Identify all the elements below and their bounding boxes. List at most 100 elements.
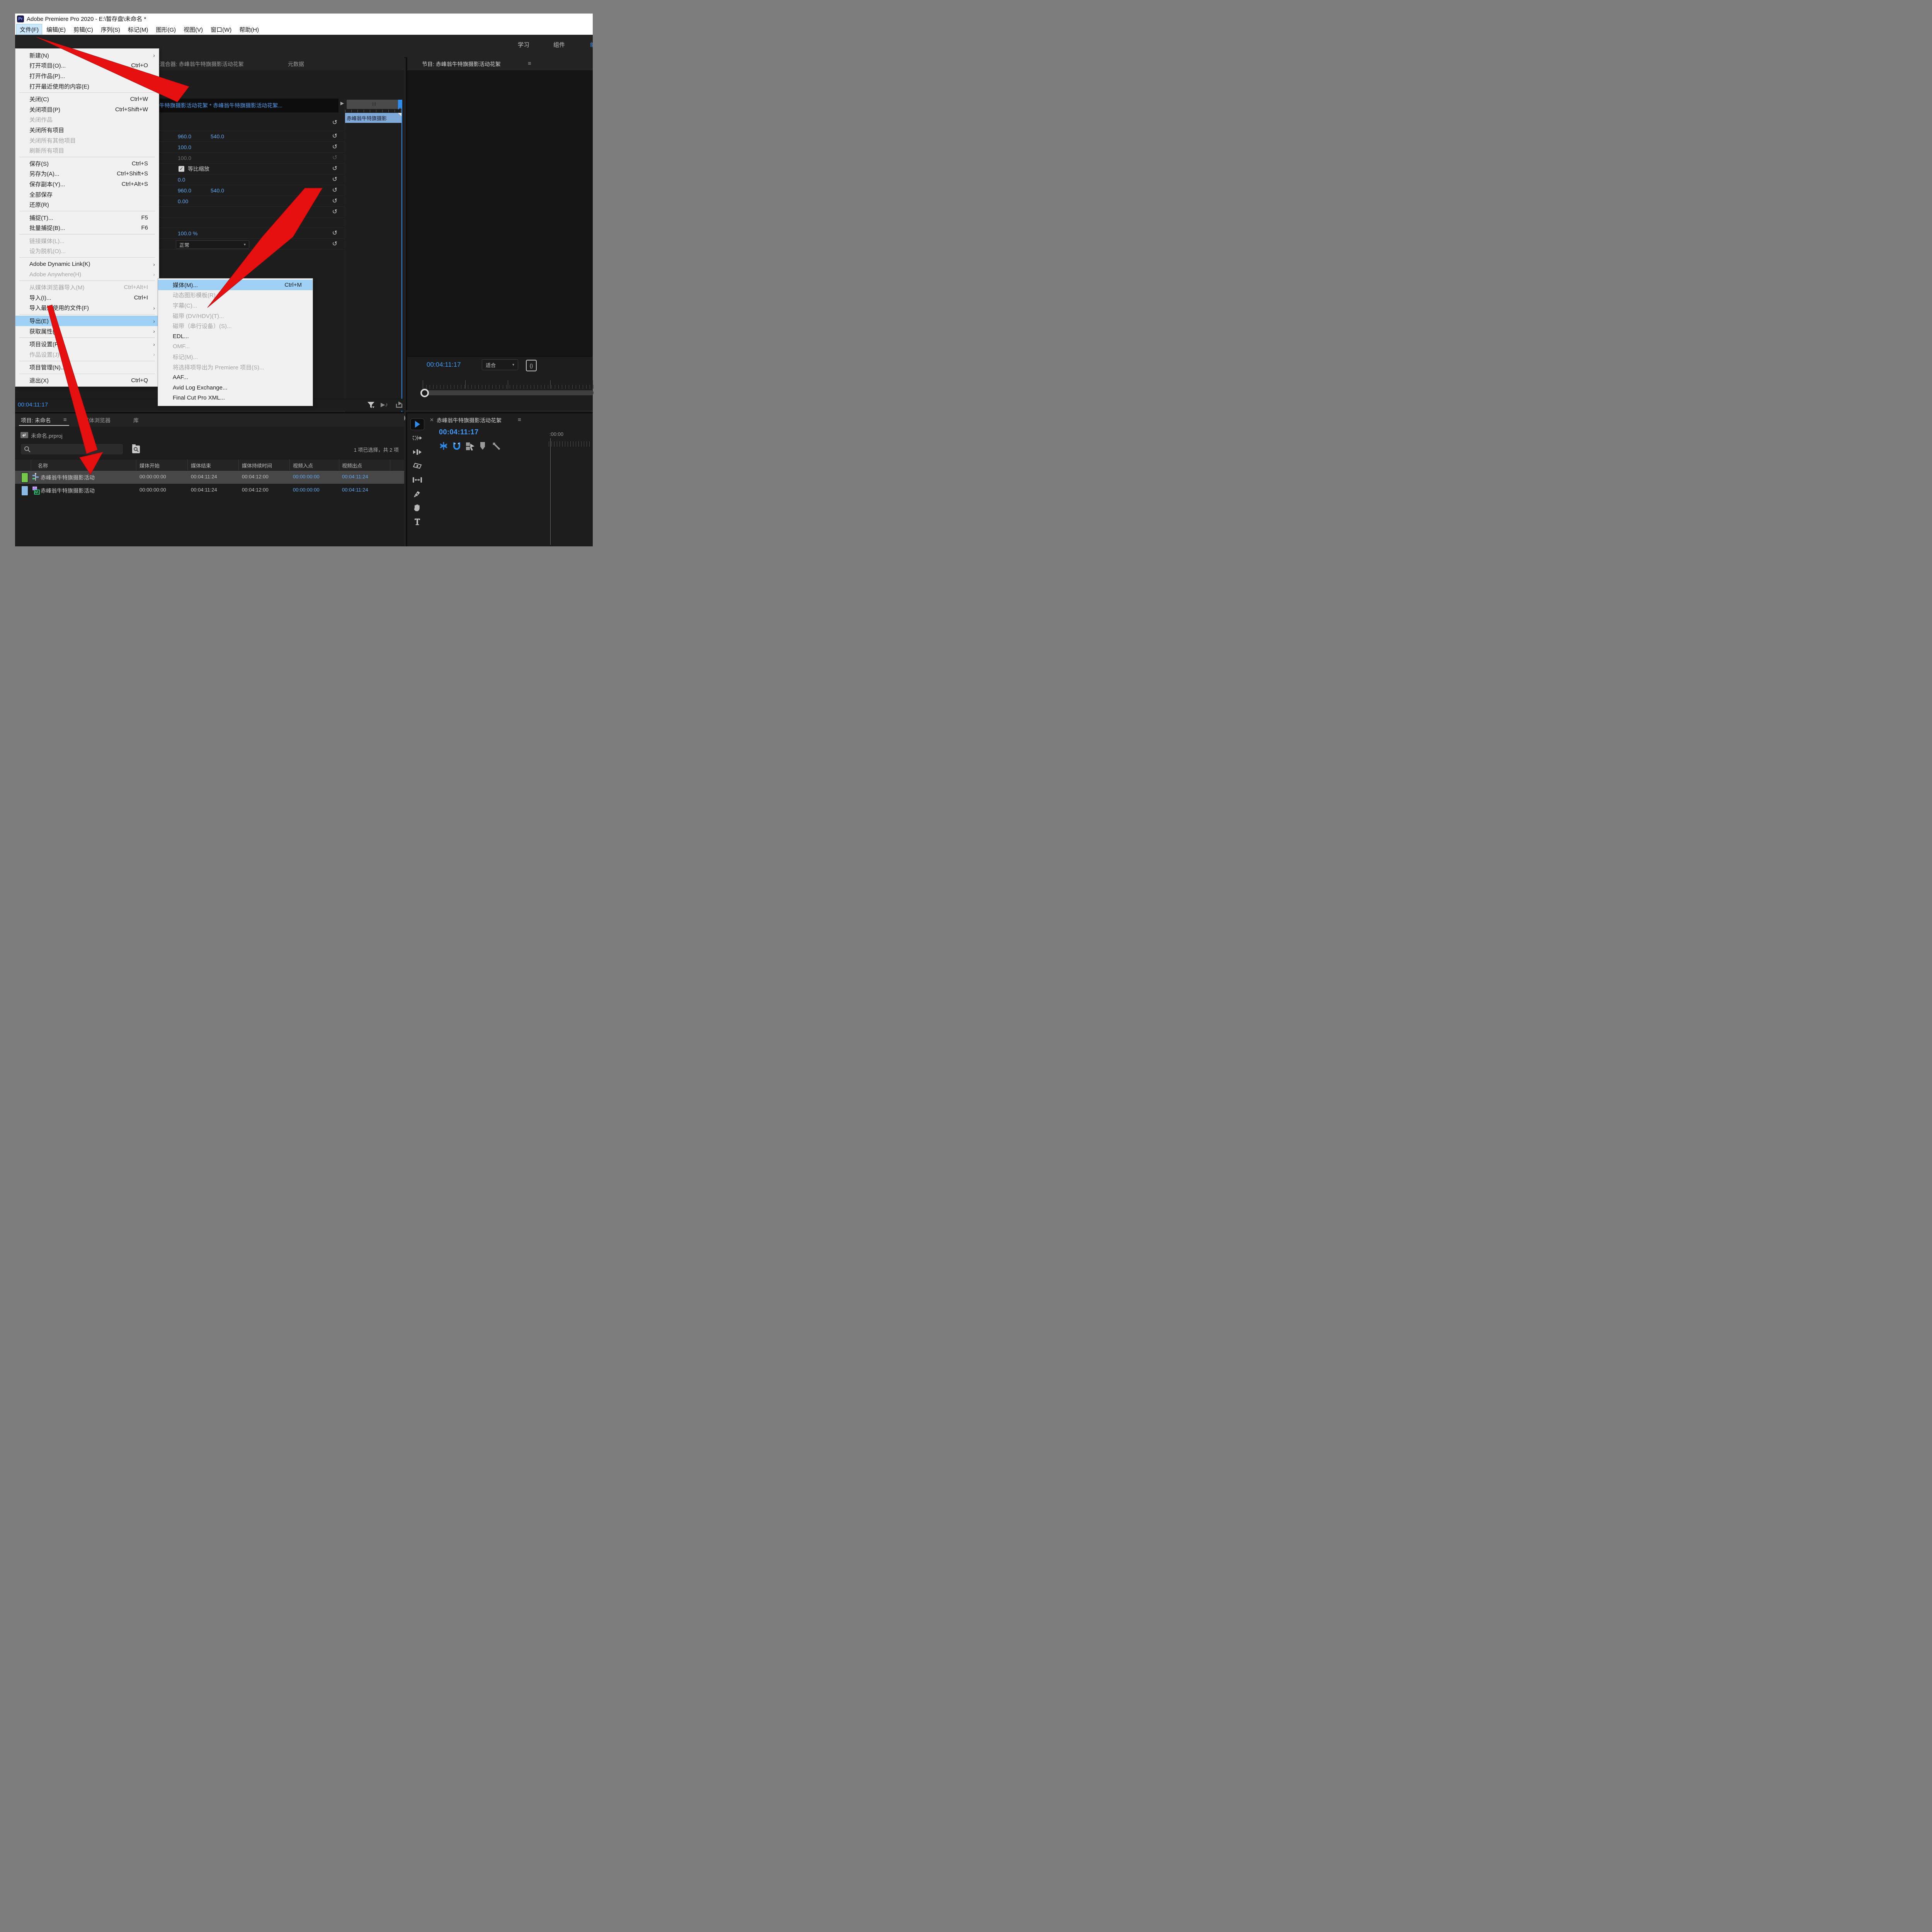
timeline-settings-wrench-icon[interactable] bbox=[492, 441, 501, 451]
program-menu-icon[interactable]: ≡ bbox=[528, 60, 531, 67]
param-value[interactable]: 540.0 bbox=[211, 133, 224, 139]
tab-program[interactable]: 节目: 赤峰翁牛特旗摄影活动花絮 bbox=[422, 60, 501, 68]
param-value[interactable]: 960.0 bbox=[178, 133, 191, 139]
search-input[interactable] bbox=[21, 444, 123, 454]
next-keyframe-icon[interactable]: ▶ bbox=[340, 100, 344, 106]
reset-parameter-icon[interactable]: ↺ bbox=[332, 133, 337, 139]
menu-item[interactable]: 动态图形模板(R)... bbox=[158, 290, 313, 301]
menu-item[interactable]: Adobe Dynamic Link(K)› bbox=[15, 259, 159, 269]
reset-parameter-icon[interactable]: ↺ bbox=[332, 166, 337, 172]
param-value[interactable]: 0.00 bbox=[178, 198, 188, 204]
label-color-chip[interactable] bbox=[21, 473, 28, 483]
menu-item[interactable]: 刷新所有项目 bbox=[15, 145, 159, 156]
slip-tool[interactable] bbox=[411, 474, 424, 485]
snap-magnet-icon[interactable] bbox=[452, 441, 461, 451]
menu-item[interactable]: 项目设置(P)› bbox=[15, 339, 159, 349]
menu-item[interactable]: Avid Log Exchange... bbox=[158, 383, 313, 393]
menu-item[interactable]: 批量捕捉(B)...F6 bbox=[15, 223, 159, 233]
tab-project[interactable]: 项目: 未命名 bbox=[21, 417, 51, 424]
mini-playhead-line[interactable] bbox=[401, 100, 402, 417]
menu-item[interactable]: 打开项目(O)...Ctrl+O bbox=[15, 61, 159, 71]
menu-item[interactable]: 获取属性(G)› bbox=[15, 326, 159, 337]
column-separator[interactable] bbox=[289, 459, 290, 470]
mini-scrollbar[interactable]: ||| bbox=[347, 100, 402, 109]
play-audio-icon[interactable]: ▶♪ bbox=[381, 401, 388, 408]
menu-item[interactable]: 字幕(C)... bbox=[158, 300, 313, 311]
menu-item[interactable]: AAF... bbox=[158, 372, 313, 383]
menu-item[interactable]: 设为脱机(O)... bbox=[15, 246, 159, 257]
param-value[interactable]: 100.0 bbox=[178, 144, 191, 150]
column-header[interactable]: 媒体持续时间 bbox=[242, 462, 272, 469]
menubar-item-6[interactable]: 视图(V) bbox=[180, 24, 206, 35]
menu-item[interactable]: 项目管理(N)... bbox=[15, 362, 159, 373]
menu-item[interactable]: Final Cut Pro XML... bbox=[158, 393, 313, 403]
menubar-item-7[interactable]: 窗口(W) bbox=[207, 24, 235, 35]
filter-icon[interactable] bbox=[366, 400, 376, 410]
clip-name[interactable]: 赤峰翁牛特旗摄影活动 bbox=[41, 474, 95, 481]
razor-tool[interactable] bbox=[411, 461, 424, 471]
track-select-forward-tool[interactable] bbox=[411, 433, 424, 444]
menu-item[interactable]: 关闭所有项目 bbox=[15, 125, 159, 135]
workspace-tab-partial[interactable]: 编 bbox=[590, 41, 593, 49]
table-row[interactable]: 赤峰翁牛特旗摄影活动00:00:00:0000:04:11:2400:04:12… bbox=[15, 471, 404, 484]
ripple-edit-tool[interactable] bbox=[411, 447, 424, 457]
clip-name[interactable]: 赤峰翁牛特旗摄影活动 bbox=[41, 487, 95, 495]
program-timecode[interactable]: 00:04:11:17 bbox=[427, 361, 461, 369]
param-value[interactable]: 540.0 bbox=[211, 187, 224, 194]
menubar-item-5[interactable]: 图形(G) bbox=[152, 24, 179, 35]
menu-item[interactable]: 保存副本(Y)...Ctrl+Alt+S bbox=[15, 179, 159, 189]
menu-item[interactable]: 导出(E)› bbox=[15, 316, 159, 326]
find-in-project-icon[interactable] bbox=[131, 444, 141, 454]
video-in[interactable]: 00:00:00:00 bbox=[293, 487, 320, 493]
menu-item[interactable]: 媒体(M)...Ctrl+M bbox=[158, 280, 313, 290]
timeline-ruler[interactable] bbox=[549, 441, 592, 447]
table-row[interactable]: 赤峰翁牛特旗摄影活动00:00:00:0000:04:11:2400:04:12… bbox=[15, 484, 404, 497]
menu-item[interactable]: 磁带（串行设备）(S)... bbox=[158, 321, 313, 331]
menubar-item-file[interactable]: 文件(F) bbox=[16, 24, 42, 35]
menu-item[interactable]: EDL... bbox=[158, 331, 313, 342]
reset-parameter-icon[interactable]: ↺ bbox=[332, 177, 337, 183]
reset-parameter-icon[interactable]: ↺ bbox=[332, 120, 337, 126]
column-header[interactable]: 视频出点 bbox=[342, 462, 362, 469]
video-out[interactable]: 00:04:11:24 bbox=[342, 487, 368, 493]
selection-tool[interactable] bbox=[411, 419, 424, 430]
menu-item[interactable]: 保存(S)Ctrl+S bbox=[15, 158, 159, 169]
workspace-tab-learn[interactable]: 学习 bbox=[518, 41, 529, 49]
tab-audio-mixer[interactable]: 混合器: 赤峰翁牛特旗摄影活动花絮 bbox=[160, 60, 244, 68]
tab-library[interactable]: 库 bbox=[133, 417, 139, 424]
program-scrollbar[interactable] bbox=[423, 390, 594, 395]
menu-item[interactable]: 新建(N)› bbox=[15, 50, 159, 61]
reset-parameter-icon[interactable]: ↺ bbox=[332, 198, 337, 204]
close-icon[interactable]: ✕ bbox=[430, 417, 434, 423]
menu-item[interactable]: 退出(X)Ctrl+Q bbox=[15, 375, 159, 386]
program-playhead-handle[interactable] bbox=[420, 389, 429, 397]
menu-item[interactable]: 打开最近使用的内容(E)› bbox=[15, 81, 159, 92]
type-tool[interactable] bbox=[411, 516, 424, 527]
menu-item[interactable]: 标记(M)... bbox=[158, 352, 313, 362]
reset-parameter-icon[interactable]: ↺ bbox=[332, 241, 337, 247]
menubar-item-2[interactable]: 剪辑(C) bbox=[70, 24, 97, 35]
menu-item[interactable]: Adobe Anywhere(H)› bbox=[15, 269, 159, 280]
tab-metadata[interactable]: 元数据 bbox=[288, 60, 304, 68]
menu-item[interactable]: 导入最近使用的文件(F)› bbox=[15, 303, 159, 313]
folder-up-icon[interactable] bbox=[20, 430, 29, 439]
column-header[interactable]: 媒体开始 bbox=[139, 462, 160, 469]
menu-item[interactable]: 关闭项目(P)Ctrl+Shift+W bbox=[15, 104, 159, 115]
program-time-ruler[interactable] bbox=[423, 380, 594, 389]
column-header[interactable]: 媒体结束 bbox=[191, 462, 211, 469]
param-value[interactable]: 960.0 bbox=[178, 187, 191, 194]
menu-item[interactable]: 从媒体浏览器导入(M)Ctrl+Alt+I bbox=[15, 282, 159, 293]
reset-parameter-icon[interactable]: ↺ bbox=[332, 230, 337, 236]
reset-parameter-icon[interactable]: ↺ bbox=[332, 187, 337, 194]
menubar-item-8[interactable]: 帮助(H) bbox=[236, 24, 262, 35]
fx-timecode[interactable]: 00:04:11:17 bbox=[18, 401, 48, 408]
label-color-chip[interactable] bbox=[21, 486, 28, 496]
param-value[interactable]: 0.0 bbox=[178, 177, 185, 183]
column-header[interactable]: 名称 bbox=[38, 462, 48, 469]
menu-item[interactable]: 全部保存 bbox=[15, 189, 159, 200]
menu-item[interactable]: 另存为(A)...Ctrl+Shift+S bbox=[15, 169, 159, 179]
reset-parameter-icon[interactable]: ↺ bbox=[332, 155, 337, 161]
blend-mode-select[interactable]: 正常▾ bbox=[176, 240, 249, 249]
insert-overwrite-icon[interactable] bbox=[439, 441, 448, 451]
menu-item[interactable]: 作品设置(J)› bbox=[15, 349, 159, 360]
